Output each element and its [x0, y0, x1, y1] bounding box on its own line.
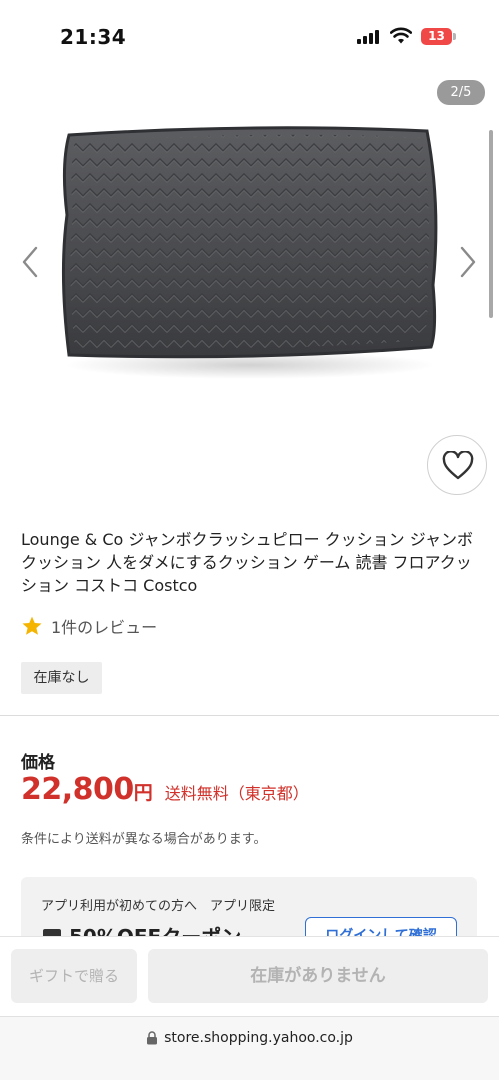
price-amount: 22,800 [21, 772, 134, 807]
product-image-carousel[interactable]: 2/5 [0, 70, 499, 510]
review-count: 1件のレビュー [51, 618, 158, 637]
price-label: 価格 [21, 753, 55, 773]
shipping-info: 送料無料（東京都） [164, 784, 309, 803]
favorite-button[interactable] [427, 435, 487, 495]
browser-url-bar[interactable]: store.shopping.yahoo.co.jp [0, 1016, 499, 1080]
wifi-icon [390, 27, 412, 44]
shipping-note: 条件により送料が異なる場合があります。 [21, 832, 267, 847]
star-icon [22, 616, 42, 635]
image-counter: 2/5 [437, 80, 485, 105]
product-image[interactable] [55, 125, 445, 385]
price-currency: 円 [133, 782, 153, 804]
status-time: 21:34 [60, 25, 127, 49]
stock-status-badge: 在庫なし [21, 662, 102, 694]
section-divider [0, 715, 499, 716]
price-row: 22,800 円 送料無料（東京都） [21, 772, 309, 812]
coupon-heading: アプリ利用が初めての方へ アプリ限定 [41, 899, 276, 914]
scroll-indicator [489, 130, 493, 318]
bottom-action-bar: ギフトで贈る 在庫がありません [0, 936, 499, 1016]
heart-icon [442, 451, 474, 480]
product-title: Lounge & Co ジャンボクラッシュピロー クッション ジャンボクッション… [21, 530, 473, 595]
out-of-stock-button[interactable]: 在庫がありません [148, 949, 488, 1003]
battery-cap [453, 33, 456, 40]
lock-icon [147, 1031, 158, 1045]
gift-button[interactable]: ギフトで贈る [11, 949, 137, 1003]
chevron-left-icon[interactable] [14, 242, 46, 282]
review-link[interactable]: 1件のレビュー [21, 614, 157, 638]
chevron-right-icon[interactable] [452, 242, 484, 282]
url-text: store.shopping.yahoo.co.jp [164, 1030, 353, 1046]
battery-icon: 13 [421, 28, 452, 45]
cellular-signal-icon [357, 30, 383, 44]
status-bar: 21:34 13 [0, 0, 499, 70]
